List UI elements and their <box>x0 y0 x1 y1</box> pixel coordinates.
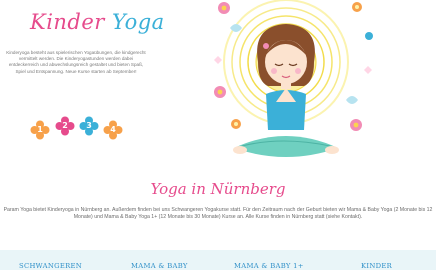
nav-item-schwangeren[interactable]: SCHWANGEREN <box>19 262 82 270</box>
category-nav: SCHWANGEREN MAMA & BABY MAMA & BABY 1+ K… <box>0 250 436 270</box>
intro-text: Kinderyoga besteht aus spielerischen Yog… <box>6 50 146 74</box>
logo-part-yoga: Yoga <box>112 10 165 34</box>
flower-links: 1 2 3 4 <box>30 116 126 142</box>
flower-label: 1 <box>37 125 43 134</box>
logo-part-kinder: Kinder <box>30 10 105 34</box>
decor-flower-icon <box>218 2 230 14</box>
section-heading: Yoga in Nürnberg <box>150 180 286 198</box>
flower-label: 4 <box>110 125 116 134</box>
flower-label: 3 <box>86 121 92 130</box>
flower-link-4[interactable]: 4 <box>103 120 123 140</box>
nav-item-mama-baby-plus[interactable]: MAMA & BABY 1+ <box>234 262 304 270</box>
nav-item-kinder[interactable]: KINDER <box>361 262 392 270</box>
flower-label: 2 <box>62 121 68 130</box>
flower-link-2[interactable]: 2 <box>55 116 75 136</box>
flower-link-1[interactable]: 1 <box>30 120 50 140</box>
nav-item-mama-baby[interactable]: MAMA & BABY <box>131 262 188 270</box>
flower-link-3[interactable]: 3 <box>79 116 99 136</box>
site-logo[interactable]: Kinder Yoga <box>30 10 165 34</box>
yoga-girl-illustration <box>214 0 373 157</box>
section-description: Param Yoga bietet Kinderyoga in Nürnberg… <box>3 207 433 220</box>
